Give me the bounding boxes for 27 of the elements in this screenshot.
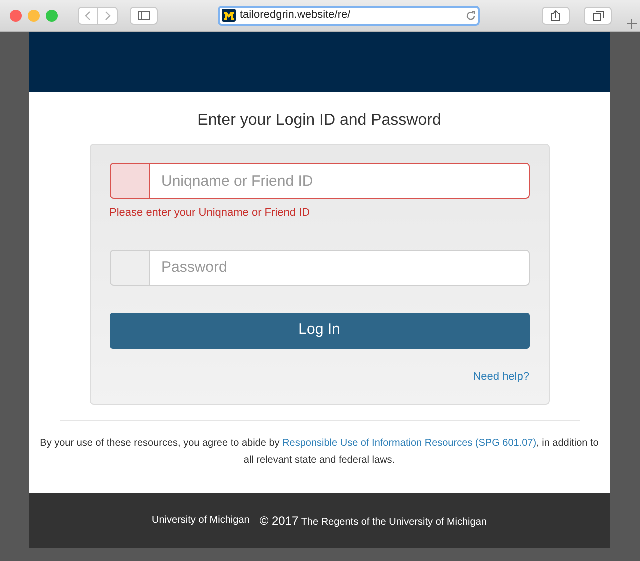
forward-button[interactable] <box>98 6 118 24</box>
policy-link[interactable]: Responsible Use of Information Resources (SPG 601.07) <box>282 438 537 449</box>
new-tab-icon[interactable] <box>627 19 637 29</box>
address-bar[interactable]: tailoredgrin.website/re/ <box>218 6 480 26</box>
chevron-left-icon <box>85 10 91 20</box>
share-button[interactable] <box>542 6 570 24</box>
footer-copyright: © 2017 The Regents of the University of Michigan <box>260 512 487 530</box>
sidebar-button[interactable] <box>130 6 158 24</box>
close-window-icon[interactable] <box>10 10 22 22</box>
reload-icon[interactable] <box>466 10 476 20</box>
sidebar-icon <box>138 11 150 20</box>
terms-notice: By your use of these resources, you agree to abide by Responsible Use of Information Resources (SPG 601.07), in addition to all relevant state and federal laws. <box>40 437 600 468</box>
block-m-icon <box>222 9 236 22</box>
url-text: tailoredgrin.website/re/ <box>240 8 352 24</box>
input-field[interactable]: Uniqname or Friend ID <box>150 163 530 199</box>
tabs-icon <box>592 10 604 20</box>
zoom-window-icon[interactable] <box>46 10 58 22</box>
footer-name: University of Michigan <box>152 514 250 528</box>
login-title: Enter your Login ID and Password <box>198 111 442 129</box>
chevron-right-icon <box>104 10 110 20</box>
input-field[interactable]: Password <box>150 250 530 286</box>
tabs-button[interactable] <box>584 6 612 24</box>
share-icon <box>551 10 561 22</box>
help-link[interactable]: Need help? <box>473 368 530 385</box>
login-button[interactable]: Log In <box>110 312 530 348</box>
error-message: Please enter your Uniqname or Friend ID <box>110 206 312 221</box>
back-button[interactable] <box>78 6 98 24</box>
